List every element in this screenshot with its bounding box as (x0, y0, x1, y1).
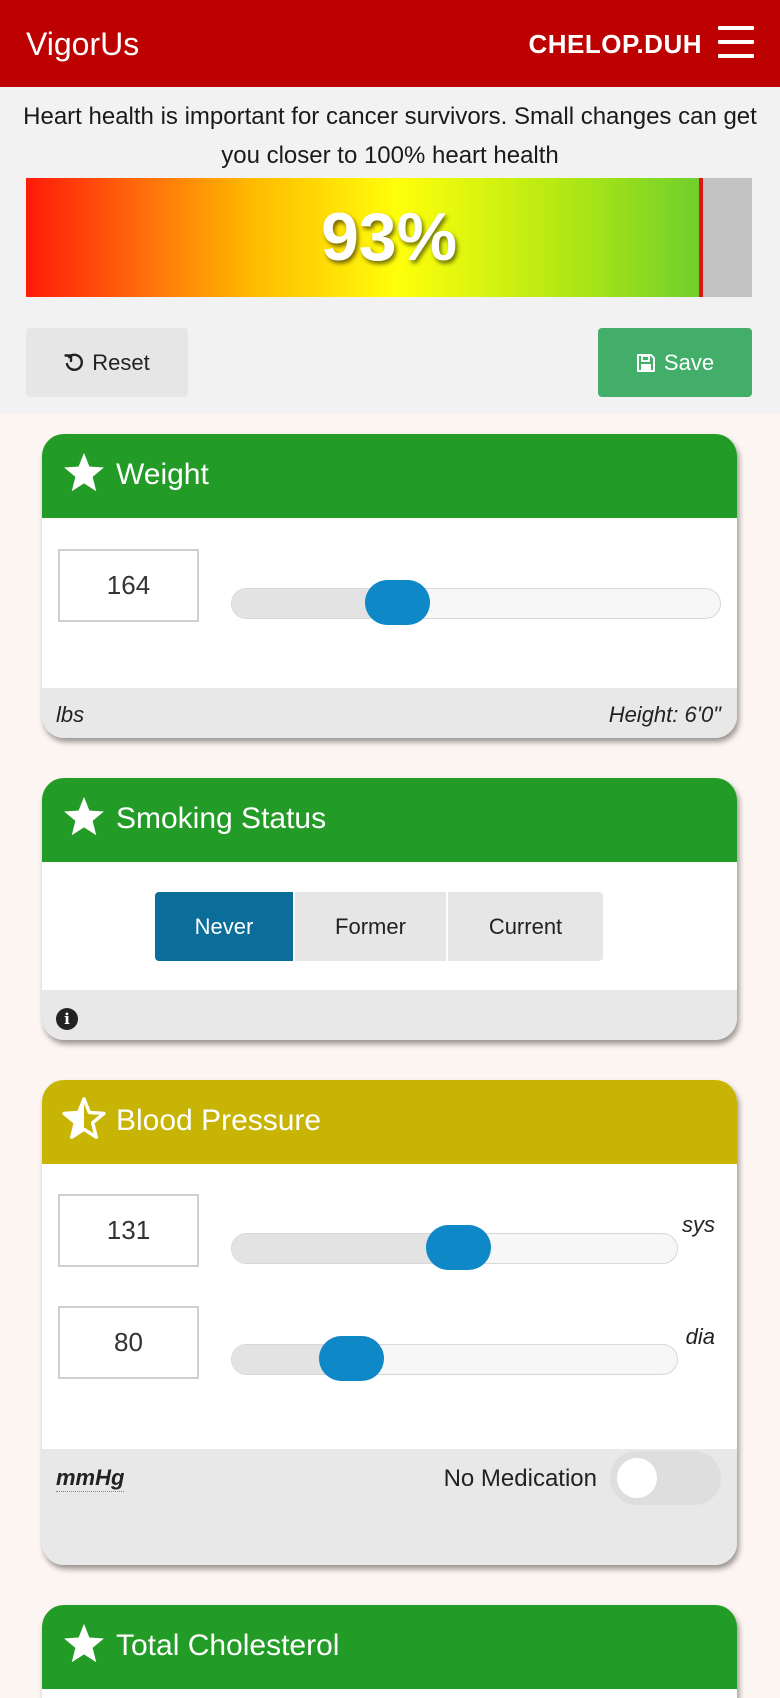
weight-slider[interactable] (231, 588, 721, 619)
height-note: Height: 6'0" (608, 702, 721, 727)
medication-toggle-knob (617, 1458, 657, 1498)
cholesterol-card-header: Total Cholesterol (42, 1605, 737, 1689)
reset-button[interactable]: Reset (26, 328, 188, 397)
weight-input[interactable]: 164 (58, 549, 199, 622)
diastolic-slider[interactable] (231, 1344, 678, 1375)
smoking-card-footer: i (42, 990, 737, 1040)
diastolic-label: dia (685, 1324, 715, 1349)
hamburger-menu-icon[interactable] (718, 26, 754, 58)
save-label: Save (663, 349, 715, 375)
undo-icon (64, 353, 84, 371)
smoking-option-former[interactable]: Former (295, 892, 446, 961)
info-circle-icon[interactable]: i (56, 1008, 78, 1030)
mmhg-unit[interactable]: mmHg (56, 1465, 125, 1492)
blood-pressure-card: Blood Pressure 131 sys 80 dia mmHg No Me… (42, 1080, 737, 1565)
weight-card-footer: lbs Height: 6'0" (42, 688, 737, 738)
weight-unit: lbs (56, 702, 85, 727)
star-filled-icon (64, 1623, 104, 1663)
star-filled-icon (64, 452, 104, 492)
reset-label: Reset (92, 349, 150, 375)
smoking-option-never[interactable]: Never (155, 892, 293, 961)
heart-health-summary: Heart health is important for cancer sur… (0, 87, 780, 414)
save-button[interactable]: Save (598, 328, 752, 397)
weight-slider-thumb[interactable] (365, 580, 431, 625)
cholesterol-card: Total Cholesterol (42, 1605, 737, 1698)
blood-pressure-card-footer: mmHg No Medication (42, 1449, 737, 1565)
systolic-label: sys (682, 1212, 715, 1237)
systolic-slider-thumb[interactable] (426, 1225, 492, 1270)
weight-card-title: Weight (116, 458, 209, 491)
weight-card: Weight 164 lbs Height: 6'0" (42, 434, 737, 738)
username-link[interactable]: CHELOP.DUH (528, 24, 702, 64)
floppy-disk-icon (636, 353, 655, 372)
smoking-card: Smoking Status Never Former Current i (42, 778, 737, 1040)
systolic-input[interactable]: 131 (58, 1194, 199, 1267)
diastolic-input[interactable]: 80 (58, 1306, 199, 1379)
star-filled-icon (64, 796, 104, 836)
medication-label: No Medication (443, 1465, 597, 1492)
smoking-option-current[interactable]: Current (448, 892, 603, 961)
summary-message: Heart health is important for cancer sur… (23, 103, 757, 169)
top-navbar: VigorUs CHELOP.DUH (0, 0, 780, 87)
blood-pressure-card-header: Blood Pressure (42, 1080, 737, 1164)
medication-toggle[interactable] (610, 1451, 721, 1505)
weight-card-header: Weight (42, 434, 737, 518)
blood-pressure-card-title: Blood Pressure (116, 1104, 322, 1137)
cholesterol-card-title: Total Cholesterol (116, 1629, 340, 1662)
smoking-card-header: Smoking Status (42, 778, 737, 862)
heart-health-score: 93% (320, 199, 458, 275)
smoking-card-title: Smoking Status (116, 802, 327, 835)
heart-health-meter: 93% (26, 178, 752, 297)
brand-logo[interactable]: VigorUs (26, 22, 139, 66)
star-half-icon (62, 1097, 106, 1139)
diastolic-slider-thumb[interactable] (319, 1336, 385, 1381)
